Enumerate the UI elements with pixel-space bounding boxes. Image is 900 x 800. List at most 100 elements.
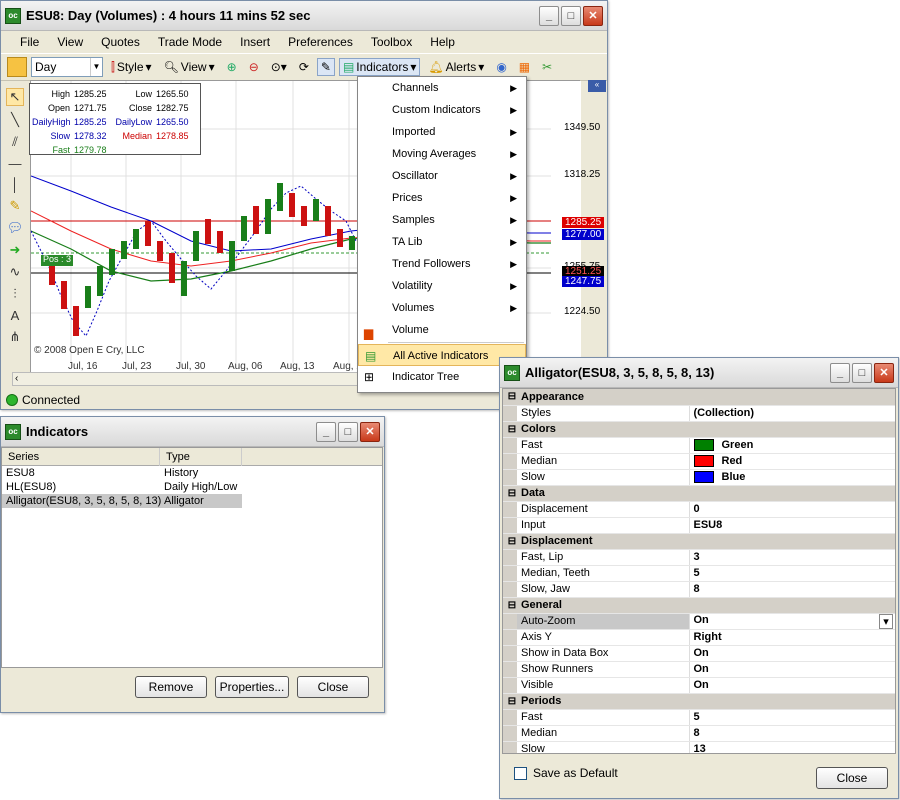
property-row[interactable]: Auto-Zoom On ▾ xyxy=(503,613,895,630)
property-value[interactable]: 8 xyxy=(689,725,895,742)
property-category[interactable]: ⊟ Data xyxy=(503,485,895,502)
alerts-button[interactable]: 🔔︎ Alerts ▾ xyxy=(424,58,488,76)
note-icon[interactable]: ✎ xyxy=(10,198,21,214)
property-category[interactable]: ⊟ Appearance xyxy=(503,389,895,406)
menu-trade-mode[interactable]: Trade Mode xyxy=(149,35,231,49)
property-value[interactable]: On ▾ xyxy=(689,613,895,630)
property-row[interactable]: Median, Teeth 5 xyxy=(503,565,895,582)
property-row[interactable]: Slow, Jaw 8 xyxy=(503,581,895,598)
chevron-down-icon[interactable]: ▾ xyxy=(879,613,893,629)
menu-item-oscillator[interactable]: Oscillator ▶ xyxy=(358,165,526,187)
menu-quotes[interactable]: Quotes xyxy=(92,35,149,49)
view-button[interactable]: 🔍︎ View ▾ xyxy=(160,58,219,76)
property-row[interactable]: Fast Green xyxy=(503,437,895,454)
refresh-icon[interactable]: ⟳ xyxy=(295,58,313,76)
save-default-checkbox[interactable] xyxy=(514,766,527,780)
indicators-button[interactable]: ▤ Indicators ▾ xyxy=(338,58,421,76)
maximize-button[interactable]: □ xyxy=(561,5,581,26)
menu-item-channels[interactable]: Channels ▶ xyxy=(358,77,526,99)
property-value[interactable]: 13 xyxy=(689,741,895,753)
menu-help[interactable]: Help xyxy=(421,35,464,49)
collapse-icon[interactable]: ⊟ xyxy=(503,389,517,406)
property-row[interactable]: Displacement 0 xyxy=(503,501,895,518)
list-item-selected[interactable]: Alligator(ESU8, 3, 5, 8, 5, 8, 13) Alliga… xyxy=(2,494,242,508)
fib-icon[interactable]: ⫶ xyxy=(13,286,16,302)
scroll-left-icon[interactable]: ‹ xyxy=(15,373,18,384)
close-button[interactable]: ✕ xyxy=(360,421,380,442)
close-button[interactable]: ✕ xyxy=(874,362,894,383)
collapse-icon[interactable]: ⊟ xyxy=(503,421,517,438)
maximize-button[interactable]: □ xyxy=(338,421,358,442)
zoom-in-button[interactable]: ⊕ xyxy=(223,58,241,76)
arrow-icon[interactable]: ➜ xyxy=(10,242,21,258)
property-row[interactable]: Fast 5 xyxy=(503,709,895,726)
property-category[interactable]: ⊟ General xyxy=(503,597,895,614)
maximize-button[interactable]: □ xyxy=(852,362,872,383)
property-row[interactable]: Slow 13 xyxy=(503,741,895,753)
property-row[interactable]: Median Red xyxy=(503,453,895,470)
list-item[interactable]: HL(ESU8) Daily High/Low xyxy=(2,480,382,494)
menu-item-imported[interactable]: Imported ▶ xyxy=(358,121,526,143)
property-row[interactable]: Axis Y Right xyxy=(503,629,895,646)
calendar-icon[interactable] xyxy=(7,57,27,77)
period-select[interactable]: Day ▼ xyxy=(31,57,103,77)
minimize-button[interactable]: _ xyxy=(539,5,559,26)
property-row[interactable]: Visible On xyxy=(503,677,895,694)
property-value[interactable]: 3 xyxy=(689,549,895,566)
pitchfork-icon[interactable]: ⋔ xyxy=(10,329,21,345)
wave-icon[interactable]: ∿ xyxy=(10,264,21,280)
zoom-button[interactable]: ⊙▾ xyxy=(267,58,291,76)
menu-item-prices[interactable]: Prices ▶ xyxy=(358,187,526,209)
property-value[interactable]: 8 xyxy=(689,581,895,598)
line-icon[interactable]: ╲ xyxy=(11,112,19,128)
menu-file[interactable]: File xyxy=(11,35,48,49)
collapse-icon[interactable]: « xyxy=(588,80,606,92)
column-header-type[interactable]: Type xyxy=(160,448,242,466)
property-value[interactable]: 5 xyxy=(689,709,895,726)
menu-item-custom-indicators[interactable]: Custom Indicators ▶ xyxy=(358,99,526,121)
property-value[interactable]: Green xyxy=(689,437,895,454)
property-value[interactable]: On xyxy=(689,645,895,662)
property-value[interactable]: 0 xyxy=(689,501,895,518)
channel-icon[interactable]: ⫽ xyxy=(12,134,18,150)
property-category[interactable]: ⊟ Colors xyxy=(503,421,895,438)
property-value[interactable]: On xyxy=(689,677,895,694)
callout-icon[interactable]: 💬︎ xyxy=(7,220,24,236)
menu-item-samples[interactable]: Samples ▶ xyxy=(358,209,526,231)
settings-icon[interactable]: ✂ xyxy=(538,58,556,76)
minimize-button[interactable]: _ xyxy=(830,362,850,383)
chart-scrollbar[interactable]: ‹ xyxy=(12,372,358,386)
menu-toolbox[interactable]: Toolbox xyxy=(362,35,421,49)
property-value[interactable]: Blue xyxy=(689,469,895,486)
menu-preferences[interactable]: Preferences xyxy=(279,35,362,49)
property-row[interactable]: Median 8 xyxy=(503,725,895,742)
property-value[interactable]: (Collection) xyxy=(689,405,895,422)
minimize-button[interactable]: _ xyxy=(316,421,336,442)
alligator-close-button[interactable]: Close xyxy=(816,767,888,789)
property-row[interactable]: Show in Data Box On xyxy=(503,645,895,662)
collapse-icon[interactable]: ⊟ xyxy=(503,485,517,502)
close-dialog-button[interactable]: Close xyxy=(297,676,369,698)
property-value[interactable]: 5 xyxy=(689,565,895,582)
zoom-out-button[interactable]: ⊖ xyxy=(245,58,263,76)
indicators-list[interactable]: Series Type ESU8 History HL(ESU8) Daily Hig… xyxy=(1,447,383,668)
collapse-icon[interactable]: ⊟ xyxy=(503,597,517,614)
style-button[interactable]: ⫿ Style ▾ xyxy=(107,58,156,77)
collapse-icon[interactable]: ⊟ xyxy=(503,533,517,550)
column-header-series[interactable]: Series xyxy=(2,448,160,466)
property-value[interactable]: Red xyxy=(689,453,895,470)
collapse-icon[interactable]: ⊟ xyxy=(503,693,517,710)
draw-icon[interactable]: ✎ xyxy=(316,58,335,76)
property-row[interactable]: Fast, Lip 3 xyxy=(503,549,895,566)
property-value[interactable]: On xyxy=(689,661,895,678)
property-row[interactable]: Input ESU8 xyxy=(503,517,895,534)
remove-button[interactable]: Remove xyxy=(135,676,207,698)
menu-item-trend-followers[interactable]: Trend Followers ▶ xyxy=(358,253,526,275)
menu-item-volume[interactable]: ▆ Volume xyxy=(358,319,526,341)
properties-button[interactable]: Properties... xyxy=(215,676,289,698)
pointer-icon[interactable]: ↖ xyxy=(6,88,24,106)
property-value[interactable]: ESU8 xyxy=(689,517,895,534)
menu-view[interactable]: View xyxy=(48,35,92,49)
property-row[interactable]: Show Runners On xyxy=(503,661,895,678)
text-tool-icon[interactable]: A xyxy=(11,308,20,323)
